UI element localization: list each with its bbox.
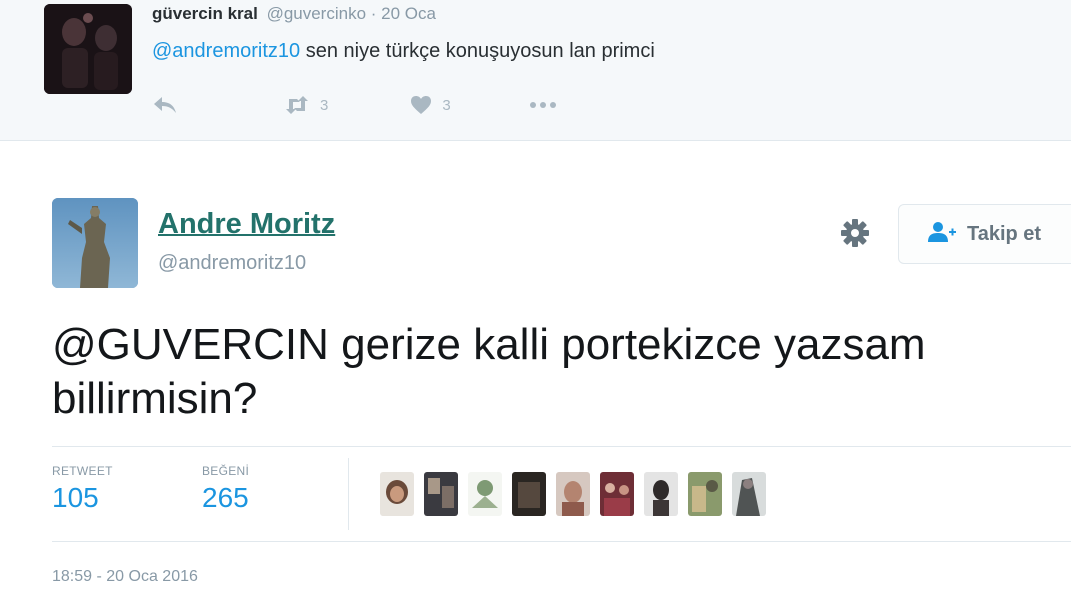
like-count: 3 [442,96,451,114]
reply-text-content: sen niye türkçe konuşuyosun lan primci [300,40,655,62]
heart-icon [410,95,432,115]
liker-avatar[interactable] [556,472,590,516]
liker-avatar[interactable] [380,472,414,516]
stats-divider-top [52,446,1071,447]
add-user-icon [927,221,957,248]
like-button[interactable]: 3 [410,95,451,115]
liker-avatar[interactable] [644,472,678,516]
stats-divider-bottom [52,541,1071,542]
reply-text: @andremoritz10 sen niye türkçe konuşuyos… [152,40,655,63]
liker-avatar[interactable] [732,472,766,516]
author-handle[interactable]: @andremoritz10 [158,252,306,275]
reply-tweet: güvercin kral @guvercinko · 20 Oca @andr… [0,0,1071,141]
follow-label: Takip et [967,222,1042,245]
reply-button[interactable] [152,95,178,115]
retweet-stat[interactable]: RETWEET 105 [52,464,113,514]
reply-author-name[interactable]: güvercin kral [152,4,258,23]
reply-mention-link[interactable]: @andremoritz10 [152,40,300,62]
follow-button[interactable]: Takip et [898,204,1071,264]
gear-icon [840,219,870,252]
tweet-text: @GUVERCIN gerize kalli portekizce yazsam… [52,320,926,423]
retweet-count: 3 [320,96,329,114]
retweet-stat-value: 105 [52,482,99,513]
retweet-stat-label: RETWEET [52,464,113,478]
liker-avatar[interactable] [688,472,722,516]
liker-avatar[interactable] [468,472,502,516]
retweet-icon [284,95,310,115]
reply-avatar[interactable] [44,4,132,94]
like-stat-value: 265 [202,482,249,513]
retweet-button[interactable]: 3 [284,95,328,115]
liker-avatar[interactable] [600,472,634,516]
reply-date[interactable]: 20 Oca [381,4,436,23]
liker-avatars [380,472,776,516]
tweet-timestamp[interactable]: 18:59 - 20 Oca 2016 [52,568,198,586]
more-dots-icon [529,101,557,109]
liker-avatar[interactable] [424,472,458,516]
stats-vertical-divider [348,458,349,530]
more-button[interactable] [529,101,557,109]
reply-header: güvercin kral @guvercinko · 20 Oca [152,4,436,24]
liker-avatar[interactable] [512,472,546,516]
reply-actions: 3 3 [152,90,557,120]
like-stat[interactable]: BEĞENİ 265 [202,464,249,514]
reply-author-handle[interactable]: @guvercinko [267,4,366,23]
like-stat-label: BEĞENİ [202,464,250,478]
separator-dot: · [370,4,377,23]
author-avatar[interactable] [52,198,138,288]
author-name[interactable]: Andre Moritz [158,208,335,241]
settings-button[interactable] [840,218,870,248]
reply-arrow-icon [152,95,178,115]
